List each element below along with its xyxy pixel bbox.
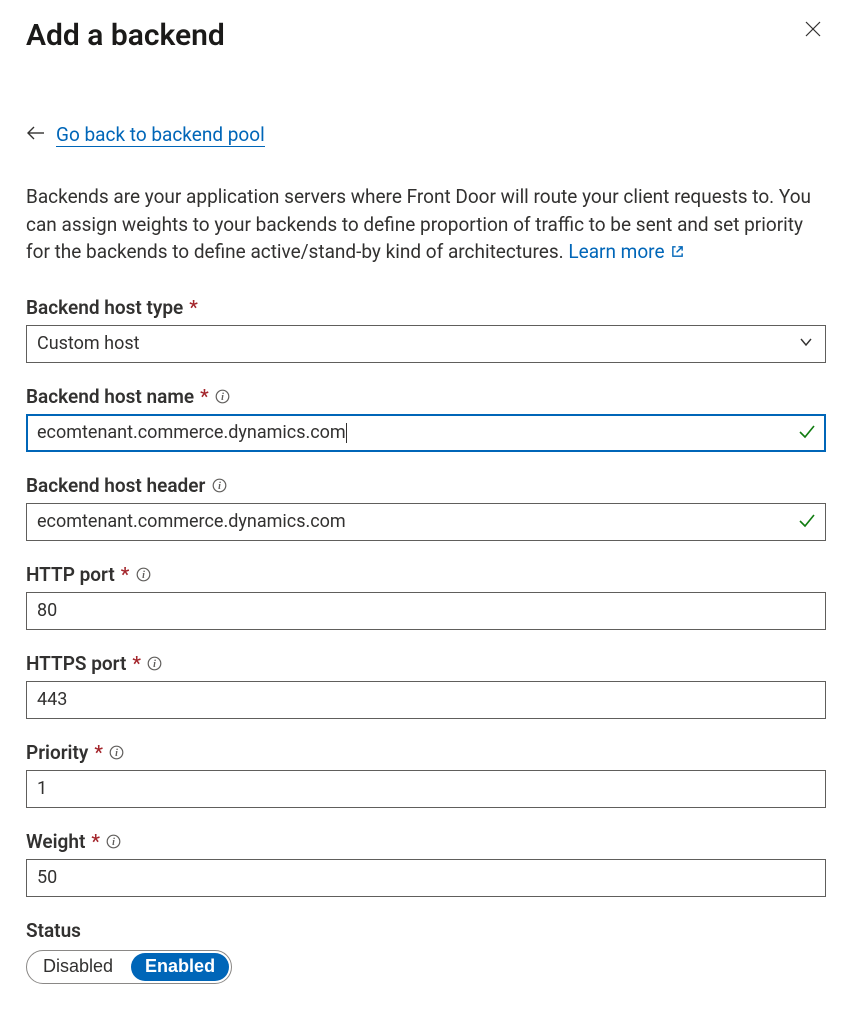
learn-more-label: Learn more bbox=[568, 240, 664, 263]
learn-more-link[interactable]: Learn more bbox=[568, 240, 684, 263]
field-weight: Weight * i bbox=[26, 830, 826, 897]
backend-form: Backend host type * Custom host Backend … bbox=[26, 296, 826, 984]
required-marker: * bbox=[189, 296, 198, 319]
weight-label: Weight bbox=[26, 830, 85, 853]
status-enabled-button[interactable]: Enabled bbox=[131, 953, 229, 981]
priority-input[interactable] bbox=[26, 770, 826, 808]
info-icon[interactable]: i bbox=[135, 566, 151, 582]
https-port-input[interactable] bbox=[26, 681, 826, 719]
status-disabled-button[interactable]: Disabled bbox=[27, 951, 129, 983]
svg-text:i: i bbox=[221, 392, 224, 403]
close-icon bbox=[804, 26, 822, 41]
svg-text:i: i bbox=[142, 570, 145, 581]
field-host-type: Backend host type * Custom host bbox=[26, 296, 826, 363]
info-icon[interactable]: i bbox=[211, 477, 227, 493]
host-header-label: Backend host header bbox=[26, 474, 205, 497]
priority-label: Priority bbox=[26, 741, 88, 764]
close-button[interactable] bbox=[804, 10, 826, 41]
info-icon[interactable]: i bbox=[109, 744, 125, 760]
field-host-name: Backend host name * i bbox=[26, 385, 826, 452]
arrow-left-icon bbox=[26, 126, 46, 144]
panel-title: Add a backend bbox=[26, 18, 225, 53]
required-marker: * bbox=[132, 652, 141, 675]
description-body: Backends are your application servers wh… bbox=[26, 185, 811, 263]
field-status: Status Disabled Enabled bbox=[26, 919, 826, 984]
back-to-pool-link[interactable]: Go back to backend pool bbox=[56, 123, 265, 147]
panel-header: Add a backend bbox=[26, 10, 826, 53]
status-toggle: Disabled Enabled bbox=[26, 950, 232, 984]
field-https-port: HTTPS port * i bbox=[26, 652, 826, 719]
field-http-port: HTTP port * i bbox=[26, 563, 826, 630]
weight-input[interactable] bbox=[26, 859, 826, 897]
svg-text:i: i bbox=[153, 659, 156, 670]
info-icon[interactable]: i bbox=[215, 388, 231, 404]
field-host-header: Backend host header i bbox=[26, 474, 826, 541]
host-type-value: Custom host bbox=[37, 333, 140, 354]
required-marker: * bbox=[94, 741, 103, 764]
https-port-label: HTTPS port bbox=[26, 652, 126, 675]
info-icon[interactable]: i bbox=[106, 833, 122, 849]
host-type-select[interactable]: Custom host bbox=[26, 325, 826, 363]
info-icon[interactable]: i bbox=[147, 655, 163, 671]
http-port-label: HTTP port bbox=[26, 563, 115, 586]
required-marker: * bbox=[121, 563, 130, 586]
host-type-label: Backend host type bbox=[26, 296, 183, 319]
host-name-label: Backend host name bbox=[26, 385, 194, 408]
http-port-input[interactable] bbox=[26, 592, 826, 630]
status-label: Status bbox=[26, 919, 81, 942]
backlink-row: Go back to backend pool bbox=[26, 123, 826, 147]
required-marker: * bbox=[91, 830, 100, 853]
svg-text:i: i bbox=[113, 837, 116, 848]
description-text: Backends are your application servers wh… bbox=[26, 183, 826, 266]
required-marker: * bbox=[200, 385, 209, 408]
add-backend-panel: Add a backend Go back to backend pool Ba… bbox=[0, 0, 852, 1014]
host-header-input[interactable] bbox=[26, 503, 826, 541]
svg-text:i: i bbox=[218, 481, 221, 492]
field-priority: Priority * i bbox=[26, 741, 826, 808]
external-link-icon bbox=[671, 238, 684, 266]
host-name-input[interactable] bbox=[26, 414, 826, 452]
svg-text:i: i bbox=[115, 748, 118, 759]
